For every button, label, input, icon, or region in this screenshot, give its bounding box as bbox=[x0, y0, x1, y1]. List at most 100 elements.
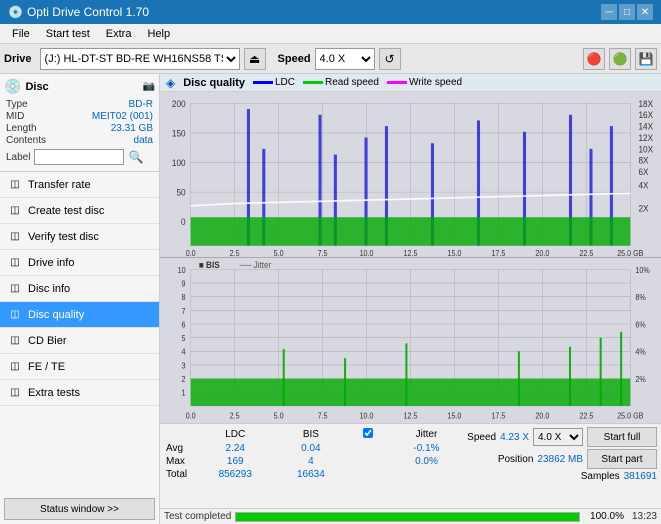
svg-text:16X: 16X bbox=[639, 110, 654, 121]
drive-info-icon: ◫ bbox=[8, 256, 22, 270]
drive-toolbar: Drive (J:) HL-DT-ST BD-RE WH16NS58 TST4 … bbox=[0, 44, 661, 74]
nav-cd-bier-label: CD Bier bbox=[28, 335, 67, 347]
chart-header: ◈ Disc quality LDC Read speed Write spee… bbox=[160, 74, 661, 92]
eject-button[interactable]: ⏏ bbox=[244, 48, 266, 70]
row-total-bis: 16634 bbox=[277, 468, 346, 481]
upper-chart-svg: 200 150 100 50 0 18X 16X 14X 12X 10X 8X … bbox=[160, 92, 661, 257]
svg-text:2X: 2X bbox=[639, 203, 649, 214]
svg-text:0: 0 bbox=[181, 217, 186, 228]
svg-text:4%: 4% bbox=[635, 347, 646, 356]
svg-text:── Jitter: ── Jitter bbox=[239, 260, 272, 271]
nav-verify-test-disc[interactable]: ◫ Verify test disc bbox=[0, 224, 159, 250]
menu-file[interactable]: File bbox=[4, 26, 38, 42]
disc-label-btn[interactable]: 🔍 bbox=[128, 150, 143, 164]
row-total-jitter bbox=[390, 468, 463, 481]
minimize-button[interactable]: ─ bbox=[601, 4, 617, 20]
menu-extra[interactable]: Extra bbox=[98, 26, 140, 42]
stats-table: LDC BIS Jitter Avg 2.24 0.04 bbox=[164, 427, 463, 505]
jitter-checkbox[interactable] bbox=[363, 428, 373, 438]
svg-text:25.0 GB: 25.0 GB bbox=[617, 248, 643, 257]
svg-text:17.5: 17.5 bbox=[491, 411, 505, 420]
toolbar-btn-1[interactable]: 🔴 bbox=[583, 48, 605, 70]
refresh-button[interactable]: ↺ bbox=[379, 48, 401, 70]
nav-disc-quality[interactable]: ◫ Disc quality bbox=[0, 302, 159, 328]
row-avg-jitter: -0.1% bbox=[390, 442, 463, 455]
disc-small-icon: 📷 bbox=[143, 81, 155, 92]
svg-text:200: 200 bbox=[172, 98, 186, 109]
transfer-rate-icon: ◫ bbox=[8, 178, 22, 192]
svg-text:10: 10 bbox=[178, 265, 186, 274]
status-window-button[interactable]: Status window >> bbox=[4, 498, 155, 520]
fe-te-icon: ◫ bbox=[8, 360, 22, 374]
svg-text:10X: 10X bbox=[639, 144, 654, 155]
menu-help[interactable]: Help bbox=[139, 26, 178, 42]
nav-menu: ◫ Transfer rate ◫ Create test disc ◫ Ver… bbox=[0, 172, 159, 494]
menu-start-test[interactable]: Start test bbox=[38, 26, 98, 42]
nav-disc-info[interactable]: ◫ Disc info bbox=[0, 276, 159, 302]
svg-text:7: 7 bbox=[182, 306, 186, 315]
svg-text:10.0: 10.0 bbox=[360, 411, 374, 420]
svg-text:8: 8 bbox=[182, 293, 186, 302]
toolbar-save[interactable]: 💾 bbox=[635, 48, 657, 70]
svg-text:18X: 18X bbox=[639, 98, 654, 109]
nav-fe-te[interactable]: ◫ FE / TE bbox=[0, 354, 159, 380]
row-total-label: Total bbox=[164, 468, 194, 481]
samples-label: Samples bbox=[581, 471, 620, 482]
disc-quality-icon: ◫ bbox=[8, 308, 22, 322]
svg-text:15.0: 15.0 bbox=[448, 248, 462, 257]
lower-chart: ■ BIS ── Jitter 10 bbox=[160, 258, 661, 423]
nav-fe-te-label: FE / TE bbox=[28, 361, 65, 373]
svg-text:■ BIS: ■ BIS bbox=[199, 260, 220, 271]
nav-extra-tests[interactable]: ◫ Extra tests bbox=[0, 380, 159, 406]
cd-bier-icon: ◫ bbox=[8, 334, 22, 348]
speed-select[interactable]: 4.0 X bbox=[315, 48, 375, 70]
speed-row: Speed 4.23 X 4.0 X Start full bbox=[467, 427, 657, 447]
row-max-jitter: 0.0% bbox=[390, 455, 463, 468]
nav-transfer-rate[interactable]: ◫ Transfer rate bbox=[0, 172, 159, 198]
disc-label-label: Label bbox=[6, 152, 30, 163]
svg-text:0.0: 0.0 bbox=[186, 248, 196, 257]
col-bis: BIS bbox=[277, 427, 346, 442]
close-button[interactable]: ✕ bbox=[637, 4, 653, 20]
disc-label-input[interactable] bbox=[34, 149, 124, 165]
svg-text:6X: 6X bbox=[639, 167, 649, 178]
toolbar-btn-2[interactable]: 🟢 bbox=[609, 48, 631, 70]
maximize-button[interactable]: □ bbox=[619, 4, 635, 20]
nav-extra-tests-label: Extra tests bbox=[28, 387, 80, 399]
nav-verify-test-disc-label: Verify test disc bbox=[28, 231, 99, 243]
start-part-button[interactable]: Start part bbox=[587, 449, 657, 469]
nav-drive-info[interactable]: ◫ Drive info bbox=[0, 250, 159, 276]
disc-type-row: Type BD-R bbox=[4, 99, 155, 110]
svg-text:150: 150 bbox=[172, 128, 186, 139]
svg-text:12.5: 12.5 bbox=[404, 248, 418, 257]
nav-cd-bier[interactable]: ◫ CD Bier bbox=[0, 328, 159, 354]
disc-length-label: Length bbox=[6, 123, 37, 134]
disc-type-label: Type bbox=[6, 99, 28, 110]
nav-drive-info-label: Drive info bbox=[28, 257, 74, 269]
svg-text:10.0: 10.0 bbox=[360, 248, 374, 257]
drive-select[interactable]: (J:) HL-DT-ST BD-RE WH16NS58 TST4 bbox=[40, 48, 240, 70]
speed-label: Speed bbox=[278, 53, 311, 65]
row-max-label: Max bbox=[164, 455, 194, 468]
nav-transfer-rate-label: Transfer rate bbox=[28, 179, 91, 191]
svg-text:12X: 12X bbox=[639, 133, 654, 144]
svg-text:25.0 GB: 25.0 GB bbox=[617, 411, 643, 420]
disc-label-row: Label 🔍 bbox=[4, 147, 155, 167]
speed-label: Speed bbox=[467, 432, 496, 443]
svg-text:5.0: 5.0 bbox=[274, 248, 284, 257]
upper-chart: 200 150 100 50 0 18X 16X 14X 12X 10X 8X … bbox=[160, 92, 661, 258]
nav-disc-info-label: Disc info bbox=[28, 283, 70, 295]
nav-disc-quality-label: Disc quality bbox=[28, 309, 84, 321]
start-full-button[interactable]: Start full bbox=[587, 427, 657, 447]
svg-text:10%: 10% bbox=[635, 265, 650, 274]
svg-text:2.5: 2.5 bbox=[230, 411, 240, 420]
svg-text:4: 4 bbox=[182, 347, 186, 356]
progress-bar-container: Test completed 100.0% 13:23 bbox=[160, 508, 661, 524]
titlebar: 💿 Opti Drive Control 1.70 ─ □ ✕ bbox=[0, 0, 661, 24]
disc-mid-row: MID MEIT02 (001) bbox=[4, 111, 155, 122]
write-speed-label: Write speed bbox=[409, 77, 462, 88]
disc-mid-label: MID bbox=[6, 111, 24, 122]
svg-text:1: 1 bbox=[182, 388, 186, 397]
nav-create-test-disc[interactable]: ◫ Create test disc bbox=[0, 198, 159, 224]
speed-select-stats[interactable]: 4.0 X bbox=[533, 428, 583, 446]
